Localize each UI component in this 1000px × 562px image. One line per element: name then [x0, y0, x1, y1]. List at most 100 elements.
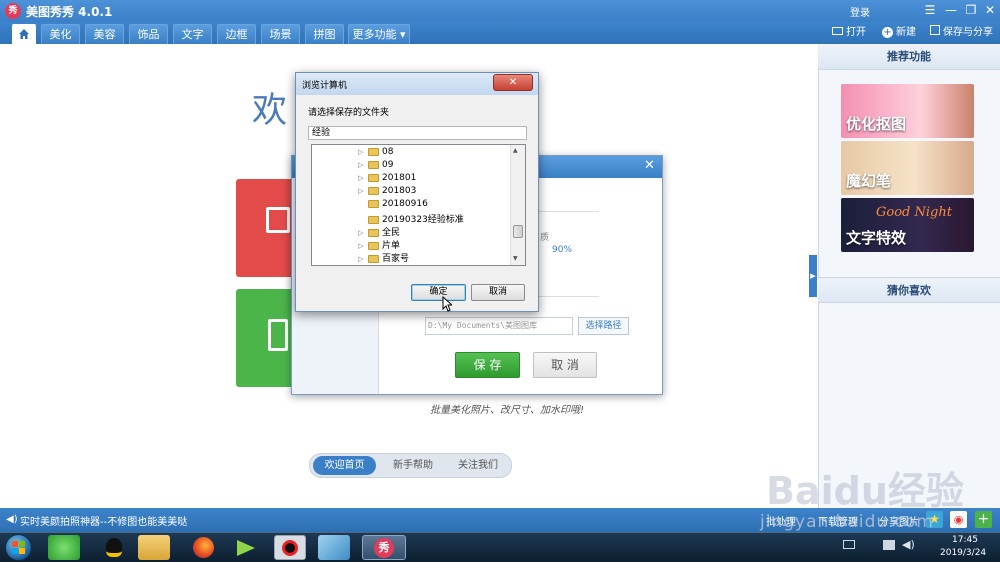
- save-dialog-close-icon[interactable]: ✕: [644, 158, 655, 173]
- folder-name: 08: [382, 147, 394, 157]
- tab-home[interactable]: [12, 24, 36, 44]
- folder-name: 百家号: [382, 254, 410, 264]
- browse-dialog-title: 浏览计算机: [302, 81, 348, 91]
- folder-icon: [368, 241, 379, 250]
- new-button[interactable]: + 新建: [882, 24, 916, 42]
- expand-arrow-icon[interactable]: ▷: [358, 161, 368, 169]
- folder-name: 20180916: [382, 199, 428, 209]
- scroll-up-icon[interactable]: ▲: [513, 147, 518, 154]
- promo-text-effect-label: 文字特效: [846, 229, 907, 247]
- save-button[interactable]: 保 存: [455, 352, 520, 378]
- menu-icon[interactable]: ☰: [921, 2, 939, 19]
- tab-scene[interactable]: 场景: [261, 24, 300, 44]
- folder-icon: [368, 254, 379, 263]
- expand-arrow-icon[interactable]: ▷: [358, 148, 368, 156]
- tab-beautify[interactable]: 美化: [41, 24, 80, 44]
- meitu-glyph: 秀: [374, 538, 394, 558]
- taskbar-explorer-icon[interactable]: [138, 535, 170, 560]
- open-label: 打开: [846, 27, 866, 38]
- folder-icon: [368, 160, 379, 169]
- promo-magic-pen[interactable]: 魔幻笔: [841, 141, 974, 195]
- open-button[interactable]: 打开: [832, 24, 866, 42]
- save-path-input[interactable]: D:\My Documents\美图图库: [425, 317, 573, 335]
- taskbar-recorder-icon[interactable]: [274, 535, 306, 560]
- expand-arrow-icon[interactable]: ▷: [358, 187, 368, 195]
- promo-good-night: Good Night: [876, 205, 952, 220]
- taskbar-date[interactable]: 2019/3/24: [940, 548, 986, 558]
- choose-path-button[interactable]: 选择路径: [578, 317, 629, 335]
- tab-beauty[interactable]: 美容: [85, 24, 124, 44]
- folder-name: 09: [382, 160, 394, 170]
- browse-cancel-button[interactable]: 取消: [471, 284, 525, 301]
- browse-close-button[interactable]: ✕: [493, 74, 533, 91]
- beautify-tile[interactable]: [236, 179, 296, 277]
- expand-arrow-icon[interactable]: ▷: [358, 174, 368, 182]
- tab-text[interactable]: 文字: [173, 24, 212, 44]
- folder-icon: [368, 215, 379, 224]
- folder-icon: [368, 147, 379, 156]
- folder-tree: ▷ 08 ▷ 09 ▷ 201801 ▷ 201803 20180916 2019032…: [311, 144, 526, 266]
- taskbar-meitu-icon[interactable]: 秀: [362, 535, 406, 560]
- expand-arrow-icon[interactable]: ▷: [358, 255, 368, 263]
- close-button[interactable]: ✕: [981, 2, 999, 19]
- tab-follow[interactable]: 关注我们: [447, 456, 509, 475]
- title-bar: 秀 美图秀秀 4.0.1 登录 ☰ — ❐ ✕: [0, 0, 1000, 22]
- tab-welcome-home[interactable]: 欢迎首页: [313, 456, 376, 475]
- windows-logo-icon: [12, 541, 25, 554]
- panel-collapse-handle[interactable]: ▶: [809, 255, 817, 297]
- add-icon[interactable]: +: [975, 511, 992, 528]
- taskbar-time[interactable]: 17:45: [950, 535, 980, 545]
- tree-scrollbar[interactable]: ▲ ▼: [510, 145, 525, 265]
- taskbar-qq-icon[interactable]: [98, 535, 130, 560]
- guess-header: 猜你喜欢: [818, 277, 1000, 303]
- tab-collage[interactable]: 拼图: [305, 24, 344, 44]
- folder-icon: [368, 173, 379, 182]
- minimize-button[interactable]: —: [942, 2, 960, 19]
- watermark-logo: Baidu经验: [766, 469, 964, 513]
- welcome-tagline: 批量美化照片、改尺寸、加水印哦!: [430, 405, 585, 416]
- tab-border[interactable]: 边框: [217, 24, 256, 44]
- app-title: 美图秀秀 4.0.1: [26, 5, 113, 19]
- start-button[interactable]: [5, 534, 32, 561]
- maximize-button[interactable]: ❐: [962, 2, 980, 19]
- save-icon: [930, 25, 940, 35]
- folder-icon: [368, 228, 379, 237]
- folder-name: 20190323经验标准: [382, 215, 464, 225]
- scroll-thumb[interactable]: [513, 225, 523, 238]
- taskbar-app-icon[interactable]: [318, 535, 350, 560]
- batch-tile[interactable]: [236, 289, 296, 387]
- promo-cutout[interactable]: 优化抠图: [841, 84, 974, 138]
- folder-name: 201801: [382, 173, 417, 183]
- app-logo-icon: 秀: [5, 3, 21, 19]
- recommend-header: 推荐功能: [818, 44, 1000, 70]
- keyboard-icon[interactable]: [843, 540, 855, 549]
- browse-dialog-titlebar: 浏览计算机 ✕: [296, 73, 538, 95]
- login-link[interactable]: 登录: [850, 4, 870, 19]
- frame-icon: [268, 319, 288, 351]
- weibo-icon[interactable]: ◉: [950, 511, 967, 528]
- network-icon[interactable]: [883, 540, 895, 550]
- save-share-button[interactable]: 保存与分享: [930, 24, 993, 42]
- ok-button[interactable]: 确定: [411, 284, 466, 301]
- taskbar-firefox-icon[interactable]: [187, 535, 219, 560]
- tab-help[interactable]: 新手帮助: [382, 456, 444, 475]
- taskbar-player-icon[interactable]: [230, 535, 262, 560]
- cancel-save-button[interactable]: 取 消: [533, 352, 597, 378]
- welcome-nav: 欢迎首页 新手帮助 关注我们: [309, 453, 512, 478]
- save-share-label: 保存与分享: [943, 27, 993, 38]
- divider: [539, 296, 599, 297]
- current-folder-field: 经验: [308, 126, 527, 140]
- volume-icon[interactable]: ◀): [902, 538, 915, 551]
- scroll-down-icon[interactable]: ▼: [513, 255, 518, 262]
- folder-name: 全民: [382, 228, 401, 238]
- status-marquee[interactable]: 实时美颜拍照神器--不修图也能美美哒: [20, 513, 187, 528]
- welcome-heading-left: 欢: [252, 91, 288, 131]
- expand-arrow-icon[interactable]: ▷: [358, 242, 368, 250]
- folder-open-icon: [832, 27, 843, 35]
- tab-more[interactable]: 更多功能 ▾: [348, 24, 410, 44]
- tab-accessories[interactable]: 饰品: [129, 24, 168, 44]
- taskbar-360-icon[interactable]: [48, 535, 80, 560]
- promo-text-effect[interactable]: 文字特效 Good Night: [841, 198, 974, 252]
- watermark-url: jingyan.baidu.com: [760, 512, 934, 532]
- expand-arrow-icon[interactable]: ▷: [358, 229, 368, 237]
